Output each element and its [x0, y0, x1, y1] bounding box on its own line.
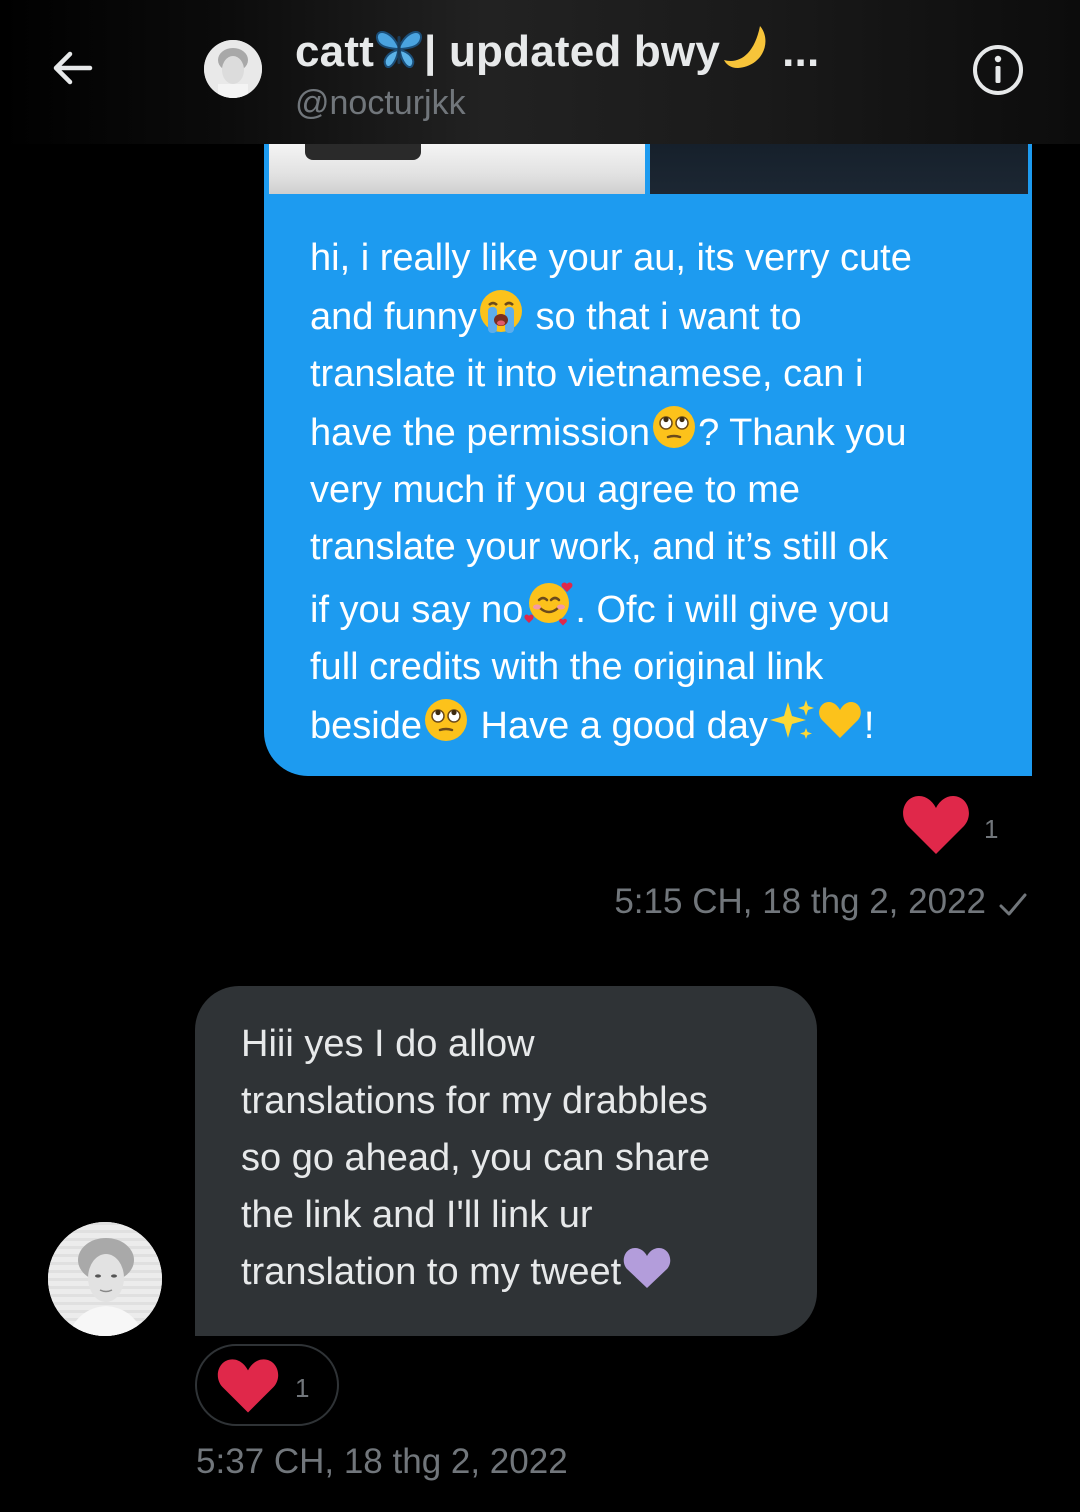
outgoing-message-text: hi, i really like your au, its verry cut…: [310, 230, 992, 755]
info-circle-icon: [973, 45, 1023, 95]
message-line: very much if you agree to me: [310, 469, 800, 511]
title-suffix: | updated bwy: [424, 27, 721, 76]
red-heart-icon: [903, 796, 969, 854]
message-line: . Ofc i will give you: [575, 589, 890, 631]
media-image-left[interactable]: [269, 144, 645, 194]
conversation-info-button[interactable]: [970, 42, 1026, 98]
butterfly-emoji-icon: [376, 31, 423, 68]
incoming-message-bubble[interactable]: Hiii yes I do allow translations for my …: [195, 986, 817, 1336]
message-line: translate your work, and it’s still ok: [310, 526, 888, 568]
outgoing-message-reaction[interactable]: 1: [900, 792, 998, 856]
smiling-face-with-hearts-emoji-icon: [524, 582, 573, 626]
message-line: Have a good day: [469, 705, 768, 747]
message-line: translate it into vietnamese, can i: [310, 353, 864, 395]
title-ellipsis: ...: [782, 27, 820, 76]
title-name: catt: [295, 27, 375, 76]
conversation-handle: @nocturjkk: [295, 84, 466, 122]
conversation-header: catt | updated bwy ... @nocturjkk: [0, 0, 1080, 144]
back-button[interactable]: [40, 40, 104, 96]
media-badge: [305, 144, 421, 160]
incoming-message-text: Hiii yes I do allow translations for my …: [241, 1016, 787, 1301]
message-line: hi, i really like your au, its verry cut…: [310, 237, 912, 279]
sender-avatar[interactable]: [48, 1222, 162, 1336]
incoming-message-timestamp: 5:37 CH, 18 thg 2, 2022: [196, 1442, 568, 1481]
message-line: beside: [310, 705, 422, 747]
sparkles-emoji-icon: [769, 700, 814, 739]
message-line: ? Thank you: [698, 412, 907, 454]
avatar-portrait-image: [48, 1222, 162, 1336]
arrow-left-icon: [53, 51, 93, 85]
message-line: so that i want to: [524, 296, 802, 338]
timestamp-text: 5:15 CH, 18 thg 2, 2022: [614, 882, 986, 921]
message-line: full credits with the original link: [310, 646, 824, 688]
dm-conversation-screen: catt | updated bwy ... @nocturjkk hi, i …: [0, 0, 1080, 1512]
outgoing-message-timestamp: 5:15 CH, 18 thg 2, 2022: [614, 882, 1028, 922]
message-line: and funny: [310, 296, 477, 338]
shared-media-preview[interactable]: [264, 144, 1032, 196]
header-avatar[interactable]: [204, 40, 262, 98]
reaction-count: 1: [295, 1372, 310, 1403]
crescent-moon-emoji-icon: [724, 26, 766, 68]
face-with-rolling-eyes-emoji-icon: [424, 699, 467, 741]
outgoing-message-bubble[interactable]: hi, i really like your au, its verry cut…: [264, 196, 1032, 776]
red-heart-icon: [217, 1359, 279, 1413]
reaction-count: 1: [984, 813, 999, 844]
face-with-rolling-eyes-emoji-icon: [653, 406, 696, 448]
avatar-portrait-image: [204, 40, 262, 98]
incoming-message-reaction[interactable]: 1: [195, 1344, 339, 1426]
conversation-title: catt | updated bwy ...: [295, 20, 819, 77]
message-line: !: [863, 705, 875, 747]
message-line: if you say no: [310, 589, 524, 631]
purple-heart-emoji-icon: [623, 1248, 671, 1288]
checkmark-icon: [999, 893, 1027, 916]
yellow-heart-emoji-icon: [819, 702, 861, 738]
loudly-crying-face-emoji-icon: [479, 290, 522, 333]
media-image-right[interactable]: [650, 144, 1028, 194]
message-line: have the permission: [310, 412, 651, 454]
